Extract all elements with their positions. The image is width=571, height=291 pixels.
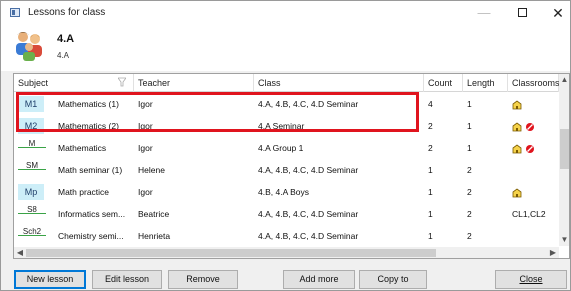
add-more-button[interactable]: Add more	[283, 270, 355, 289]
cell-subject: Math practice	[58, 187, 110, 197]
subject-abbr-badge: M2	[18, 118, 44, 134]
subject-color-line	[18, 147, 46, 148]
column-header-class[interactable]: Class	[254, 74, 424, 92]
scroll-right-icon[interactable]: ▶	[547, 247, 559, 258]
class-subtitle: 4.A	[57, 51, 70, 60]
table-row[interactable]: M Mathematics Igor 4.A Group 1 2 1	[14, 137, 558, 159]
cell-subject: Chemistry semi...	[58, 231, 124, 241]
cell-teacher: Beatrice	[138, 209, 170, 219]
building-icon	[512, 188, 522, 198]
cell-count: 1	[428, 231, 433, 241]
table-row[interactable]: SM Math seminar (1) Helene 4.A, 4.B, 4.C, 4…	[14, 159, 558, 181]
cell-teacher: Igor	[138, 99, 153, 109]
minimize-button[interactable]: —	[467, 3, 501, 23]
cell-teacher: Igor	[138, 121, 153, 131]
cell-length: 1	[467, 99, 472, 109]
cell-teacher: Helene	[138, 165, 165, 175]
maximize-button[interactable]	[505, 3, 539, 23]
remove-button[interactable]: Remove	[168, 270, 238, 289]
lessons-window: Lessons for class — ✕ 4.A 4.A Subject Te…	[0, 0, 571, 291]
subject-abbr-badge: Mp	[18, 184, 44, 200]
classrooms-text: CL1,CL2	[512, 209, 546, 219]
table-header: Subject Teacher Class Count Length Class…	[14, 74, 560, 92]
cell-count: 1	[428, 165, 433, 175]
cell-subject: Mathematics (2)	[58, 121, 119, 131]
cell-subject: Mathematics	[58, 143, 107, 153]
building-icon	[512, 100, 522, 110]
subject-abbr-marker: Sch2	[18, 227, 46, 245]
cell-count: 2	[428, 143, 433, 153]
cell-length: 2	[467, 209, 472, 219]
close-window-button[interactable]: ✕	[541, 3, 571, 23]
cell-count: 1	[428, 209, 433, 219]
cell-teacher: Henrieta	[138, 231, 171, 241]
forbidden-icon	[526, 144, 534, 153]
maximize-icon	[517, 7, 527, 17]
title-bar: Lessons for class — ✕	[1, 1, 570, 25]
cell-class: 4.A, 4.B, 4.C, 4.D Seminar	[258, 99, 359, 109]
horizontal-scroll-thumb[interactable]	[26, 249, 436, 257]
close-button[interactable]: Close	[495, 270, 567, 289]
copy-to-button[interactable]: Copy to	[359, 270, 427, 289]
column-header-length[interactable]: Length	[463, 74, 508, 92]
cell-subject: Math seminar (1)	[58, 165, 123, 175]
new-lesson-button[interactable]: New lesson	[14, 270, 86, 289]
cell-teacher: Igor	[138, 187, 153, 197]
cell-class: 4.B, 4.A Boys	[258, 187, 310, 197]
column-header-teacher[interactable]: Teacher	[134, 74, 254, 92]
cell-teacher: Igor	[138, 143, 153, 153]
subject-color-line	[18, 169, 46, 170]
cell-class: 4.A Group 1	[258, 143, 304, 153]
scroll-up-icon[interactable]: ▲	[559, 74, 569, 86]
cell-class: 4.A, 4.B, 4.C, 4.D Seminar	[258, 165, 359, 175]
scroll-down-icon[interactable]: ▼	[559, 234, 569, 246]
cell-subject: Informatics sem...	[58, 209, 126, 219]
cell-class: 4.A, 4.B, 4.C, 4.D Seminar	[258, 231, 359, 241]
subject-color-line	[18, 235, 46, 236]
table-row[interactable]: S8 Informatics sem... Beatrice 4.A, 4.B, 4.…	[14, 203, 558, 225]
table-row[interactable]: Mp Math practice Igor 4.B, 4.A Boys 1 2	[14, 181, 558, 203]
building-icon	[512, 122, 522, 132]
cell-count: 1	[428, 187, 433, 197]
cell-count: 2	[428, 121, 433, 131]
table-row[interactable]: Sch2 Chemistry semi... Henrieta 4.A, 4.B, 4…	[14, 225, 558, 247]
vertical-scroll-thumb[interactable]	[560, 129, 569, 169]
cell-length: 2	[467, 187, 472, 197]
forbidden-icon	[526, 122, 534, 131]
cell-count: 4	[428, 99, 433, 109]
building-icon	[512, 144, 522, 154]
lessons-table: Subject Teacher Class Count Length Class…	[13, 73, 570, 259]
vertical-scrollbar[interactable]: ▲ ▼	[559, 74, 569, 246]
class-name: 4.A	[57, 33, 75, 45]
horizontal-scrollbar[interactable]: ◀ ▶	[14, 247, 559, 258]
cell-length: 1	[467, 143, 472, 153]
subject-abbr-marker: S8	[18, 205, 46, 223]
class-header: 4.A 4.A	[1, 25, 570, 71]
filter-icon[interactable]	[118, 77, 126, 87]
cell-length: 2	[467, 165, 472, 175]
cell-class: 4.A, 4.B, 4.C, 4.D Seminar	[258, 209, 359, 219]
window-title: Lessons for class	[28, 7, 106, 18]
window-icon	[10, 8, 20, 17]
column-header-subject[interactable]: Subject	[14, 74, 134, 92]
subject-abbr-marker: M	[18, 139, 46, 157]
close-button-label: Close	[519, 274, 543, 284]
cell-subject: Mathematics (1)	[58, 99, 119, 109]
cell-length: 2	[467, 231, 472, 241]
cell-class: 4.A Seminar	[258, 121, 305, 131]
column-header-count[interactable]: Count	[424, 74, 463, 92]
subject-abbr-marker: SM	[18, 161, 46, 179]
subject-color-line	[18, 213, 46, 214]
students-group-icon	[16, 32, 42, 61]
cell-length: 1	[467, 121, 472, 131]
column-header-classrooms[interactable]: Classrooms	[508, 74, 560, 92]
subject-abbr-badge: M1	[18, 96, 44, 112]
edit-lesson-button[interactable]: Edit lesson	[92, 270, 162, 289]
scroll-left-icon[interactable]: ◀	[14, 247, 26, 258]
table-row[interactable]: M2 Mathematics (2) Igor 4.A Seminar 2 1	[14, 115, 558, 137]
table-row[interactable]: M1 Mathematics (1) Igor 4.A, 4.B, 4.C, 4.D …	[14, 93, 558, 115]
